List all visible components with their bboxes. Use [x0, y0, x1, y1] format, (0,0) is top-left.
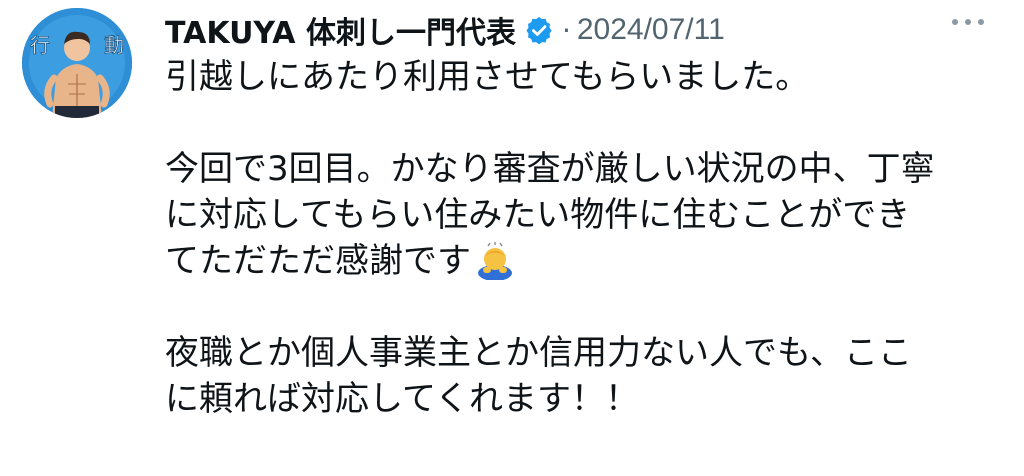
author-name[interactable]: TAKUYA 体刺し一門代表: [165, 8, 516, 52]
post-line: 夜職とか個人事業主とか信用力ない人でも、ここ: [165, 333, 912, 373]
avatar-text-left: 行: [30, 33, 50, 57]
avatar-text-right: 動: [104, 33, 124, 57]
post-line: に頼れば対応してくれます！！: [165, 379, 639, 419]
post-header: TAKUYA 体刺し一門代表 · 2024/07/11: [165, 8, 1024, 52]
post-line-text: てただただ感謝です: [165, 241, 471, 281]
verified-badge-icon[interactable]: [524, 15, 554, 45]
more-dot: [952, 19, 958, 25]
more-options-icon[interactable]: [952, 12, 984, 32]
person-bowing-emoji: [475, 240, 515, 281]
post-line: 引越しにあたり利用させてもらいました。: [165, 57, 810, 97]
post-date[interactable]: 2024/07/11: [577, 13, 725, 47]
avatar[interactable]: 行 動: [22, 8, 132, 118]
post-line: に対応してもらい住みたい物件に住むことができ: [165, 195, 911, 235]
paragraph-break: [165, 284, 995, 330]
post-line-with-emoji: てただただ感謝です: [165, 238, 995, 284]
avatar-image: 行 動: [22, 8, 132, 118]
paragraph-break: [165, 100, 995, 146]
post-line: 今回で3回目。かなり審査が厳しい状況の中、丁寧: [165, 149, 935, 189]
more-dot: [978, 19, 984, 25]
post-body: 引越しにあたり利用させてもらいました。 今回で3回目。かなり審査が厳しい状況の中…: [165, 54, 995, 422]
separator-dot: ·: [561, 13, 571, 47]
more-dot: [965, 19, 971, 25]
